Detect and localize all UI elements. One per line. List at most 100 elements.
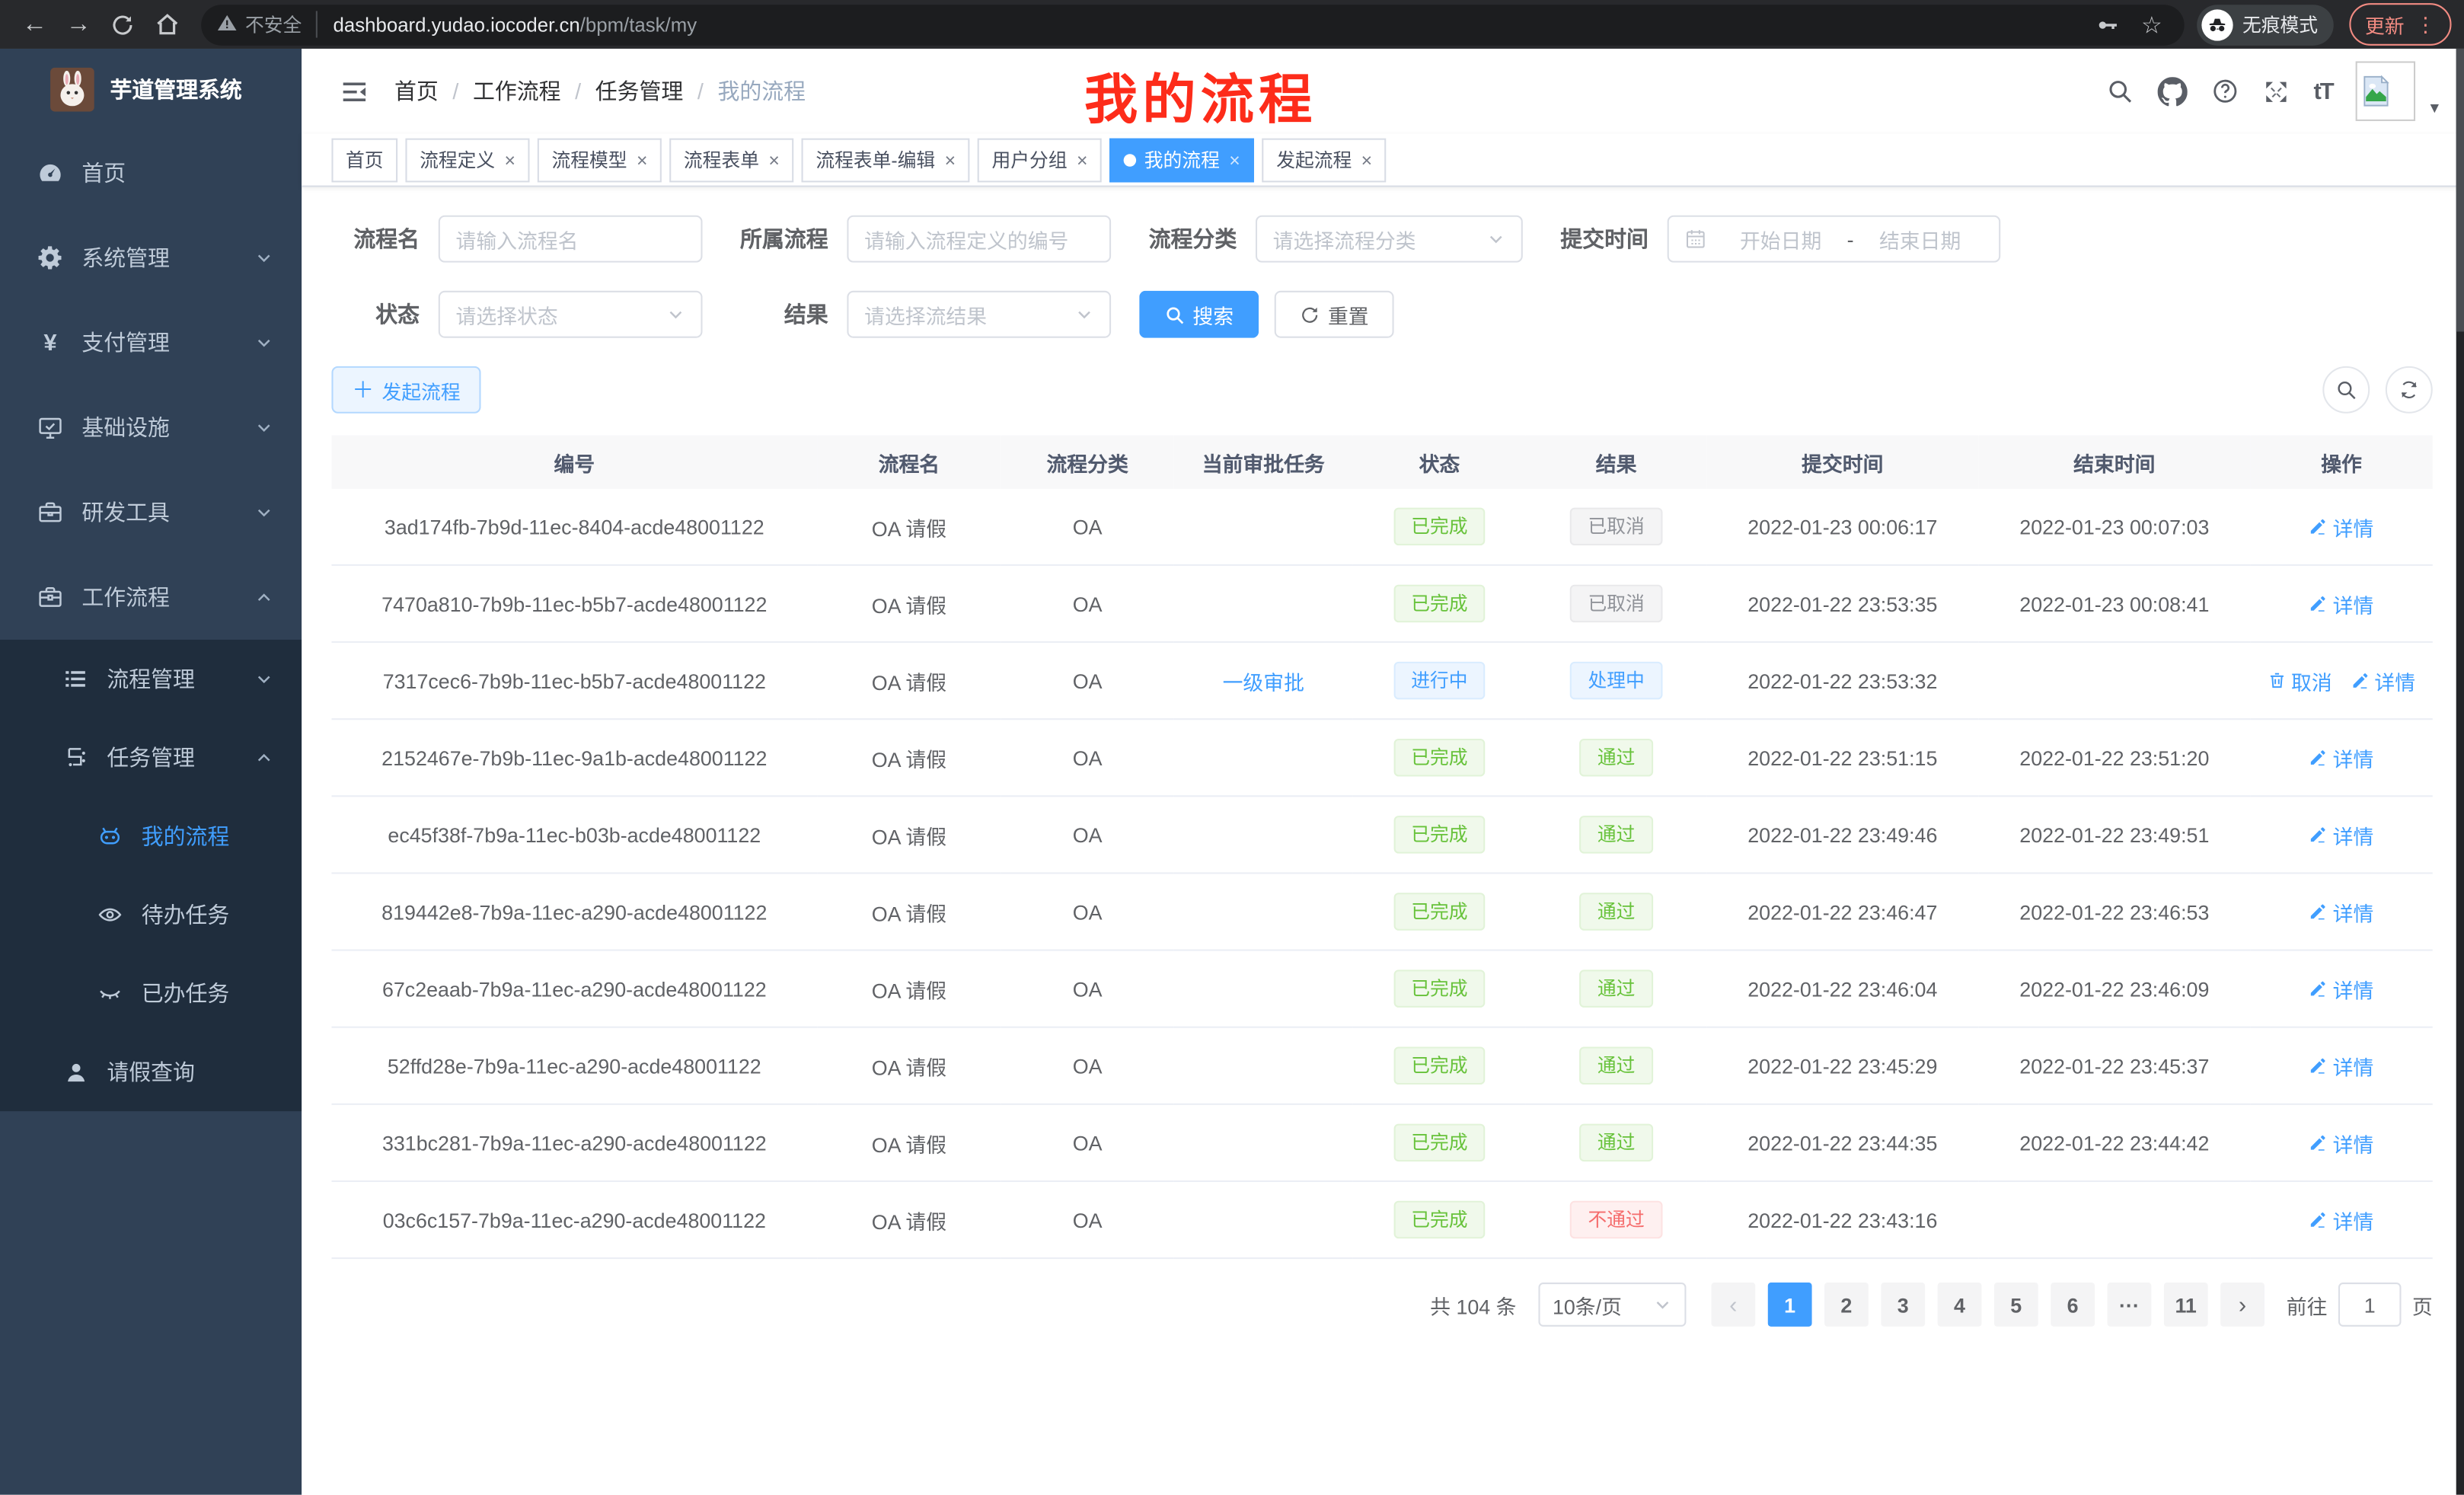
- detail-link[interactable]: 详情: [2309, 896, 2374, 926]
- sidebar-item-请假查询[interactable]: 请假查询: [0, 1033, 302, 1111]
- sidebar-item-首页[interactable]: 首页: [0, 130, 302, 215]
- detail-link[interactable]: 详情: [2309, 743, 2374, 772]
- more-pages-button[interactable]: ···: [2107, 1283, 2151, 1327]
- tab-发起流程[interactable]: 发起流程×: [1262, 138, 1387, 182]
- edit-icon: [2351, 671, 2370, 690]
- detail-link[interactable]: 详情: [2309, 512, 2374, 541]
- sidebar-item-流程管理[interactable]: 流程管理: [0, 640, 302, 718]
- page-button-6[interactable]: 6: [2051, 1283, 2095, 1327]
- hamburger-icon[interactable]: [340, 76, 369, 106]
- breadcrumb-item-我的流程: 我的流程: [717, 75, 806, 107]
- sidebar-item-label: 研发工具: [81, 497, 170, 528]
- goto-page-input[interactable]: 1: [2338, 1283, 2402, 1327]
- tab-首页[interactable]: 首页: [331, 138, 397, 182]
- back-icon[interactable]: ←: [13, 4, 57, 45]
- sidebar-item-已办任务[interactable]: 已办任务: [0, 954, 302, 1033]
- close-icon[interactable]: ×: [945, 150, 956, 169]
- detail-link[interactable]: 详情: [2309, 974, 2374, 1004]
- browser-update-button[interactable]: 更新 ⋮: [2349, 3, 2451, 46]
- close-icon[interactable]: ×: [637, 150, 647, 169]
- content: 流程名 请输入流程名 所属流程 请输入流程定义的编号 流程分类 请选择流程分类 …: [302, 187, 2464, 1327]
- sidebar-item-工作流程[interactable]: 工作流程: [0, 555, 302, 640]
- tab-用户分组[interactable]: 用户分组×: [978, 138, 1102, 182]
- reset-button[interactable]: 重置: [1275, 291, 1394, 338]
- fullscreen-icon[interactable]: [2263, 78, 2290, 104]
- page-button-1[interactable]: 1: [1768, 1283, 1812, 1327]
- sidebar-item-支付管理[interactable]: ¥支付管理: [0, 300, 302, 385]
- page-button-3[interactable]: 3: [1881, 1283, 1925, 1327]
- date-range-picker[interactable]: 开始日期 - 结束日期: [1668, 216, 2001, 263]
- current-task-link[interactable]: 一级审批: [1223, 670, 1304, 694]
- detail-link[interactable]: 详情: [2309, 819, 2374, 849]
- process-id-cell: 3ad174fb-7b9d-11ec-8404-acde48001122: [331, 489, 817, 565]
- search-icon[interactable]: [2106, 77, 2134, 105]
- result-select[interactable]: 请选择流结果: [847, 291, 1111, 338]
- sidebar-item-待办任务[interactable]: 待办任务: [0, 876, 302, 954]
- detail-link[interactable]: 详情: [2351, 666, 2415, 695]
- reload-icon[interactable]: [101, 4, 145, 45]
- search-button[interactable]: 搜索: [1139, 291, 1259, 338]
- home-icon[interactable]: [145, 4, 189, 45]
- password-key-icon[interactable]: [2094, 11, 2119, 37]
- page-button-2[interactable]: 2: [1824, 1283, 1869, 1327]
- avatar[interactable]: [2357, 61, 2416, 120]
- result-cell: 通过: [1526, 719, 1706, 796]
- prev-page-button[interactable]: ‹: [1711, 1283, 1755, 1327]
- tab-流程表单[interactable]: 流程表单×: [669, 138, 793, 182]
- incognito-icon: [2201, 8, 2233, 40]
- sidebar-item-基础设施[interactable]: 基础设施: [0, 385, 302, 470]
- close-icon[interactable]: ×: [505, 150, 515, 169]
- category-select[interactable]: 请选择流程分类: [1256, 216, 1523, 263]
- table-toolbar: ＋发起流程: [331, 366, 2432, 414]
- sidebar-item-我的流程[interactable]: 我的流程: [0, 797, 302, 875]
- browser-menu-icon[interactable]: ⋮: [2415, 11, 2436, 37]
- end-time-cell: 2022-01-22 23:45:37: [1978, 1027, 2250, 1104]
- sidebar-item-任务管理[interactable]: 任务管理: [0, 718, 302, 797]
- robot-icon: [97, 823, 123, 848]
- tab-流程定义[interactable]: 流程定义×: [405, 138, 529, 182]
- cancel-link[interactable]: 取消: [2268, 666, 2332, 695]
- breadcrumb-item-工作流程[interactable]: 工作流程: [473, 75, 561, 107]
- tab-流程模型[interactable]: 流程模型×: [538, 138, 662, 182]
- detail-link[interactable]: 详情: [2309, 1051, 2374, 1081]
- scrollbar[interactable]: [2456, 49, 2464, 1495]
- page-button-4[interactable]: 4: [1938, 1283, 1982, 1327]
- refresh-table-button[interactable]: [2386, 366, 2433, 414]
- page-button-5[interactable]: 5: [1994, 1283, 2038, 1327]
- security-warning[interactable]: 不安全: [217, 11, 318, 37]
- detail-link[interactable]: 详情: [2309, 589, 2374, 618]
- create-process-button[interactable]: ＋发起流程: [331, 366, 480, 414]
- status-select[interactable]: 请选择状态: [439, 291, 703, 338]
- detail-link[interactable]: 详情: [2309, 1128, 2374, 1158]
- edit-icon: [2309, 1056, 2328, 1075]
- github-icon[interactable]: [2158, 76, 2188, 106]
- breadcrumb-item-首页[interactable]: 首页: [394, 75, 439, 107]
- help-icon[interactable]: [2211, 77, 2239, 105]
- avatar-caret-icon[interactable]: ▾: [2430, 97, 2439, 121]
- bookmark-star-icon[interactable]: ☆: [2141, 10, 2162, 38]
- font-size-icon[interactable]: tT: [2314, 78, 2333, 104]
- tab-流程表单-编辑[interactable]: 流程表单-编辑×: [802, 138, 970, 182]
- address-bar[interactable]: 不安全 dashboard.yudao.iocoder.cn/bpm/task/…: [201, 4, 2184, 45]
- app-logo[interactable]: 芋道管理系统: [0, 49, 302, 130]
- column-header-流程名: 流程名: [817, 436, 1001, 489]
- close-icon[interactable]: ×: [1077, 150, 1087, 169]
- page-size-select[interactable]: 10条/页: [1538, 1283, 1686, 1327]
- overlay-title: 我的流程: [1084, 56, 1317, 133]
- process-name-cell: OA 请假: [817, 565, 1001, 642]
- close-icon[interactable]: ×: [1361, 150, 1372, 169]
- show-search-button[interactable]: [2322, 366, 2370, 414]
- process-definition-input[interactable]: 请输入流程定义的编号: [847, 216, 1111, 263]
- detail-link[interactable]: 详情: [2309, 1205, 2374, 1235]
- tab-我的流程[interactable]: 我的流程×: [1109, 138, 1254, 182]
- sidebar-item-研发工具[interactable]: 研发工具: [0, 470, 302, 554]
- forward-icon[interactable]: →: [56, 4, 101, 45]
- sidebar-item-系统管理[interactable]: 系统管理: [0, 216, 302, 300]
- sidebar-item-label: 基础设施: [81, 412, 170, 443]
- next-page-button[interactable]: ›: [2220, 1283, 2265, 1327]
- breadcrumb-item-任务管理[interactable]: 任务管理: [595, 75, 684, 107]
- close-icon[interactable]: ×: [768, 150, 779, 169]
- process-name-input[interactable]: 请输入流程名: [439, 216, 703, 263]
- page-button-11[interactable]: 11: [2164, 1283, 2208, 1327]
- close-icon[interactable]: ×: [1229, 150, 1240, 169]
